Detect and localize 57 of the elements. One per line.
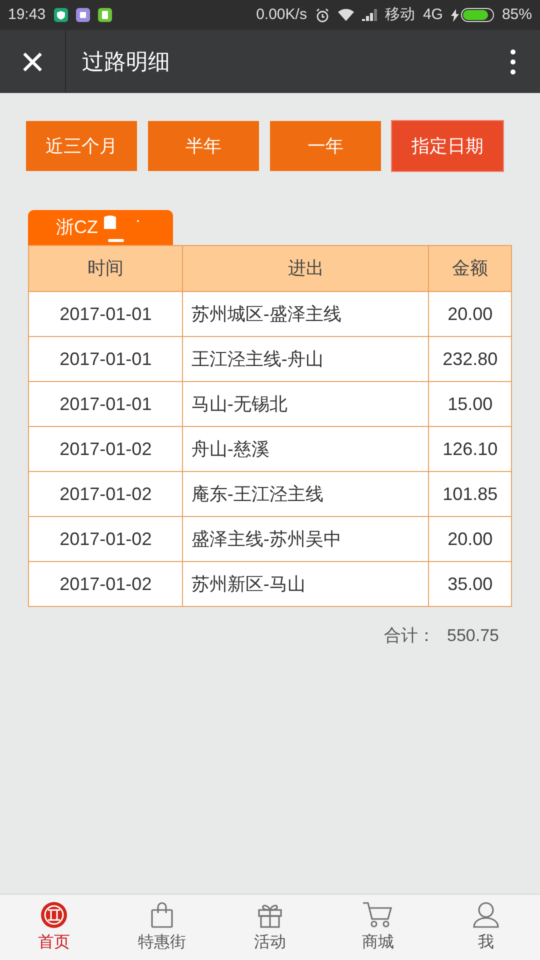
wifi-icon bbox=[338, 9, 354, 21]
table-cell: 庵东-王江泾主线 bbox=[183, 472, 430, 516]
table-cell: 2017-01-01 bbox=[29, 382, 184, 426]
table-cell: 2017-01-02 bbox=[29, 472, 184, 516]
charging-icon bbox=[450, 8, 459, 22]
column-header: 进出 bbox=[183, 246, 430, 291]
date-filter-button[interactable]: 半年 bbox=[148, 121, 259, 171]
table-cell: 苏州新区-马山 bbox=[183, 562, 430, 606]
table-cell: 2017-01-02 bbox=[29, 427, 184, 471]
close-button[interactable]: × bbox=[0, 30, 66, 93]
nav-tab[interactable]: 特惠街 bbox=[108, 895, 216, 960]
table-cell: 2017-01-02 bbox=[29, 517, 184, 561]
shopping-bag-icon bbox=[149, 900, 175, 928]
clipboard-app-icon bbox=[98, 8, 112, 22]
date-filter-button[interactable]: 近三个月 bbox=[26, 121, 137, 171]
user-icon bbox=[472, 900, 500, 928]
date-filter-button[interactable]: 指定日期 bbox=[392, 121, 503, 171]
app-icon bbox=[76, 8, 90, 22]
carrier-label: 移动 bbox=[384, 4, 415, 25]
table-cell-text: 20.00 bbox=[446, 302, 494, 326]
network-type: 4G bbox=[422, 4, 443, 25]
table-cell: 盛泽主线-苏州吴中 bbox=[183, 517, 430, 561]
signal-icon bbox=[362, 9, 377, 21]
plate-number: 浙CZ bbox=[56, 216, 98, 239]
total-value: 550.75 bbox=[447, 625, 499, 647]
nav-tab[interactable]: 首页 bbox=[0, 895, 108, 960]
nav-tab[interactable]: 我 bbox=[432, 895, 540, 960]
table-cell: 苏州城区-盛泽主线 bbox=[183, 292, 430, 336]
battery-percent: 85% bbox=[502, 4, 532, 25]
more-menu-icon[interactable] bbox=[510, 48, 516, 74]
table-cell: 2017-01-02 bbox=[29, 562, 184, 606]
nav-tab[interactable]: 商城 bbox=[324, 895, 432, 960]
logo-icon bbox=[40, 900, 68, 928]
table-cell: 舟山-慈溪 bbox=[183, 427, 430, 471]
nav-tab[interactable]: 活动 bbox=[216, 895, 324, 960]
table-cell-text: 101.85 bbox=[442, 482, 499, 506]
table-cell-text: 15.00 bbox=[446, 392, 494, 416]
table-cell: 2017-01-01 bbox=[29, 337, 184, 381]
cart-icon bbox=[362, 900, 394, 928]
table-cell: 2017-01-01 bbox=[29, 292, 184, 336]
table-cell-text: 35.00 bbox=[446, 572, 494, 596]
table-cell-text: 126.10 bbox=[442, 438, 499, 460]
table-cell-text: 232.80 bbox=[442, 348, 499, 370]
table-cell-text: 20.00 bbox=[446, 528, 494, 550]
network-speed: 0.00K/s bbox=[256, 4, 307, 25]
table-cell: 王江泾主线-舟山 bbox=[183, 337, 430, 381]
alarm-icon bbox=[314, 8, 330, 22]
status-time: 19:43 bbox=[8, 4, 46, 25]
page-title: 过路明细 bbox=[82, 48, 171, 76]
total-label: 合计： bbox=[384, 625, 435, 647]
column-header: 时间 bbox=[29, 246, 184, 291]
plate-tab[interactable]: 浙CZ bbox=[28, 210, 173, 245]
battery-icon bbox=[460, 8, 494, 22]
date-filter-button[interactable]: 一年 bbox=[270, 121, 381, 171]
column-header: 金额 bbox=[451, 257, 490, 280]
table-cell: 马山-无锡北 bbox=[183, 382, 430, 426]
shield-app-icon bbox=[54, 8, 68, 22]
